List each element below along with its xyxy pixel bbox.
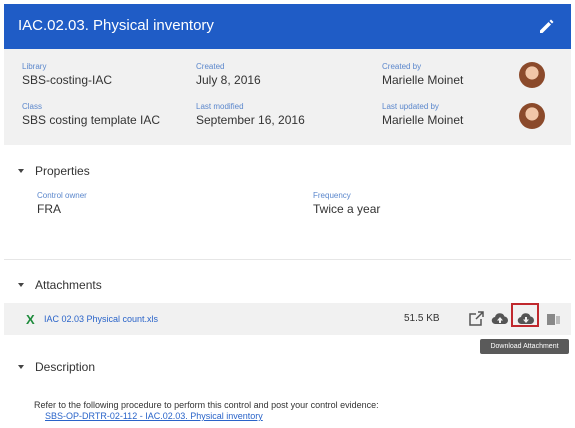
description-heading: Description	[35, 360, 96, 374]
created-by-value: Marielle Moinet	[382, 73, 464, 87]
divider	[4, 259, 571, 260]
attachment-link[interactable]: IAC 02.03 Physical count.xls	[44, 314, 158, 324]
created-field: Created July 8, 2016	[196, 62, 261, 87]
caret-down-icon	[18, 168, 24, 173]
library-label: Library	[22, 62, 47, 71]
open-external-icon[interactable]	[467, 311, 485, 327]
page-header: IAC.02.03. Physical inventory	[4, 4, 571, 49]
download-highlight	[511, 303, 539, 327]
page-title: IAC.02.03. Physical inventory	[18, 17, 214, 34]
updated-by-field: Last updated by Marielle Moinet	[382, 102, 463, 127]
created-value: July 8, 2016	[196, 73, 261, 87]
library-field: Library SBS-costing-IAC	[22, 62, 112, 87]
properties-heading: Properties	[35, 164, 90, 178]
frequency-field: Frequency Twice a year	[313, 191, 380, 216]
description-text: Refer to the following procedure to perf…	[34, 400, 379, 410]
updated-by-label: Last updated by	[382, 102, 439, 111]
updated-by-value: Marielle Moinet	[382, 113, 464, 127]
modified-field: Last modified September 16, 2016	[196, 102, 305, 127]
cloud-upload-icon[interactable]	[491, 311, 509, 327]
modified-value: September 16, 2016	[196, 113, 305, 127]
avatar[interactable]	[519, 103, 545, 129]
control-owner-value: FRA	[37, 202, 61, 216]
library-value: SBS-costing-IAC	[22, 73, 113, 87]
attachment-row: X IAC 02.03 Physical count.xls 51.5 KB	[4, 303, 571, 335]
avatar[interactable]	[519, 62, 545, 88]
description-toggle[interactable]: Description	[18, 360, 95, 374]
caret-down-icon	[18, 282, 24, 287]
created-by-label: Created by	[382, 62, 422, 71]
control-owner-label: Control owner	[37, 191, 87, 200]
created-by-field: Created by Marielle Moinet	[382, 62, 463, 87]
delete-icon[interactable]	[545, 311, 563, 327]
metadata-panel: Library SBS-costing-IAC Created July 8, …	[4, 49, 571, 145]
caret-down-icon	[18, 364, 24, 369]
properties-toggle[interactable]: Properties	[18, 164, 90, 178]
attachments-toggle[interactable]: Attachments	[18, 278, 102, 292]
control-owner-field: Control owner FRA	[37, 191, 87, 216]
procedure-link[interactable]: SBS-OP-DRTR-02-112 - IAC.02.03. Physical…	[45, 411, 263, 421]
edit-pencil-icon[interactable]	[537, 16, 557, 36]
class-field: Class SBS costing template IAC	[22, 102, 160, 127]
download-tooltip: Download Attachment	[480, 339, 569, 354]
class-value: SBS costing template IAC	[22, 113, 161, 127]
frequency-label: Frequency	[313, 191, 351, 200]
file-size: 51.5 KB	[404, 313, 440, 324]
class-label: Class	[22, 102, 43, 111]
attachments-heading: Attachments	[35, 278, 102, 292]
modified-label: Last modified	[196, 102, 244, 111]
frequency-value: Twice a year	[313, 202, 381, 216]
excel-file-icon: X	[26, 312, 35, 327]
created-label: Created	[196, 62, 225, 71]
